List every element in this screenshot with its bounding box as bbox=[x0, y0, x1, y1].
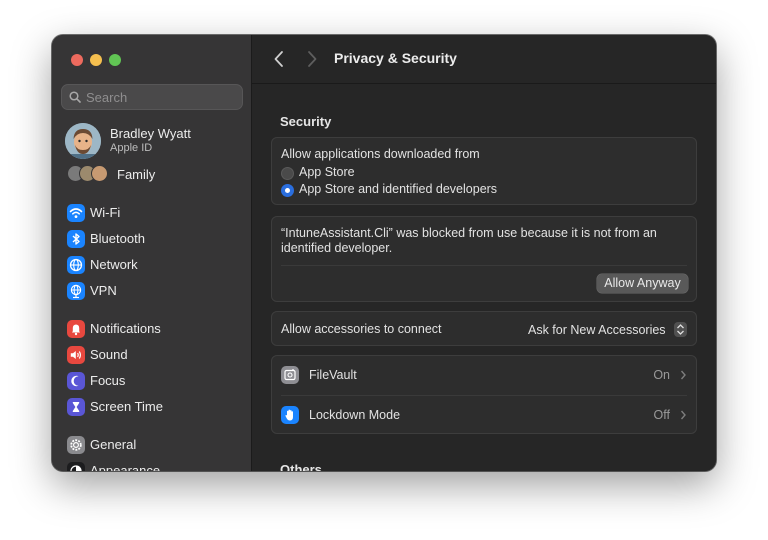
hand-icon bbox=[281, 406, 299, 424]
sidebar-item-network[interactable]: Network bbox=[65, 254, 245, 276]
sidebar-item-notifications[interactable]: Notifications bbox=[65, 318, 245, 340]
allow-apps-label: Allow applications downloaded from bbox=[281, 147, 480, 161]
bell-icon bbox=[67, 320, 85, 338]
chevron-right-icon bbox=[680, 410, 686, 420]
family-label: Family bbox=[117, 167, 156, 182]
sidebar-item-general[interactable]: General bbox=[65, 434, 245, 456]
lockdown-label: Lockdown Mode bbox=[309, 408, 401, 422]
lockdown-value: Off bbox=[653, 408, 670, 422]
back-chevron-icon[interactable] bbox=[272, 49, 286, 69]
radio-label: App Store bbox=[299, 165, 355, 179]
allow-apps-group: Allow applications downloaded from App S… bbox=[271, 137, 697, 205]
vpn-globe-icon bbox=[67, 282, 85, 300]
sidebar-item-appearance[interactable]: Appearance bbox=[65, 460, 245, 471]
profile-name: Bradley Wyatt bbox=[110, 126, 191, 141]
sidebar: Bradley Wyatt Apple ID Family Wi-Fi Blue… bbox=[52, 35, 252, 471]
allow-anyway-button[interactable]: Allow Anyway bbox=[597, 274, 688, 293]
page-title: Privacy & Security bbox=[334, 50, 457, 66]
divider bbox=[281, 265, 687, 266]
settings-window: Bradley Wyatt Apple ID Family Wi-Fi Blue… bbox=[52, 35, 716, 471]
sidebar-item-label: Screen Time bbox=[90, 399, 163, 414]
security-options-group: FileVault On Lockdown Mode Off bbox=[271, 355, 697, 434]
appearance-icon bbox=[67, 462, 85, 471]
sidebar-item-wifi[interactable]: Wi-Fi bbox=[65, 202, 245, 224]
accessories-value: Ask for New Accessories bbox=[528, 323, 666, 337]
search-field[interactable] bbox=[61, 84, 243, 110]
globe-icon bbox=[67, 256, 85, 274]
sidebar-item-label: Notifications bbox=[90, 321, 161, 336]
bluetooth-icon bbox=[67, 230, 85, 248]
accessories-popup[interactable]: Ask for New Accessories bbox=[528, 321, 687, 339]
others-heading: Others bbox=[280, 462, 322, 471]
sidebar-item-label: Focus bbox=[90, 373, 126, 388]
sidebar-item-label: Network bbox=[90, 257, 138, 272]
filevault-value: On bbox=[653, 368, 670, 382]
sidebar-item-label: Appearance bbox=[90, 463, 161, 471]
filevault-icon bbox=[281, 366, 299, 384]
sidebar-item-sound[interactable]: Sound bbox=[65, 344, 245, 366]
sidebar-item-screen-time[interactable]: Screen Time bbox=[65, 396, 245, 418]
search-icon bbox=[69, 91, 81, 103]
sidebar-item-label: General bbox=[90, 437, 137, 452]
profile-subtitle: Apple ID bbox=[110, 142, 153, 154]
sidebar-item-label: Bluetooth bbox=[90, 231, 145, 246]
security-heading: Security bbox=[280, 114, 332, 129]
filevault-label: FileVault bbox=[309, 368, 357, 382]
sidebar-item-family[interactable]: Family bbox=[65, 164, 245, 186]
radio-label: App Store and identified developers bbox=[299, 182, 498, 196]
minimize-button[interactable] bbox=[90, 54, 102, 66]
accessories-label: Allow accessories to connect bbox=[281, 322, 442, 336]
hourglass-icon bbox=[67, 398, 85, 416]
main-pane: Privacy & Security Security Allow applic… bbox=[252, 35, 716, 471]
radio-button[interactable] bbox=[281, 167, 294, 180]
sidebar-item-vpn[interactable]: VPN bbox=[65, 280, 245, 302]
divider bbox=[281, 395, 687, 396]
sidebar-item-label: VPN bbox=[90, 283, 117, 298]
accessories-group: Allow accessories to connect Ask for New… bbox=[271, 311, 697, 346]
sidebar-item-label: Sound bbox=[90, 347, 128, 362]
moon-icon bbox=[67, 372, 85, 390]
sidebar-item-bluetooth[interactable]: Bluetooth bbox=[65, 228, 245, 250]
blocked-message: “IntuneAssistant.Cli” was blocked from u… bbox=[281, 226, 657, 255]
family-avatar bbox=[91, 165, 108, 182]
sidebar-item-focus[interactable]: Focus bbox=[65, 370, 245, 392]
wifi-icon bbox=[67, 204, 85, 222]
gear-icon bbox=[67, 436, 85, 454]
search-input[interactable] bbox=[86, 88, 236, 106]
speaker-icon bbox=[67, 346, 85, 364]
close-button[interactable] bbox=[71, 54, 83, 66]
avatar bbox=[65, 123, 101, 159]
forward-chevron-icon[interactable] bbox=[305, 49, 319, 69]
apple-id-profile[interactable]: Bradley Wyatt Apple ID bbox=[65, 122, 245, 160]
toolbar: Privacy & Security bbox=[252, 35, 716, 84]
zoom-button[interactable] bbox=[109, 54, 121, 66]
blocked-app-group: “IntuneAssistant.Cli” was blocked from u… bbox=[271, 216, 697, 302]
sidebar-item-label: Wi-Fi bbox=[90, 205, 121, 220]
radio-button-selected[interactable] bbox=[281, 184, 294, 197]
chevron-right-icon bbox=[680, 370, 686, 380]
popup-stepper-icon bbox=[674, 322, 687, 338]
